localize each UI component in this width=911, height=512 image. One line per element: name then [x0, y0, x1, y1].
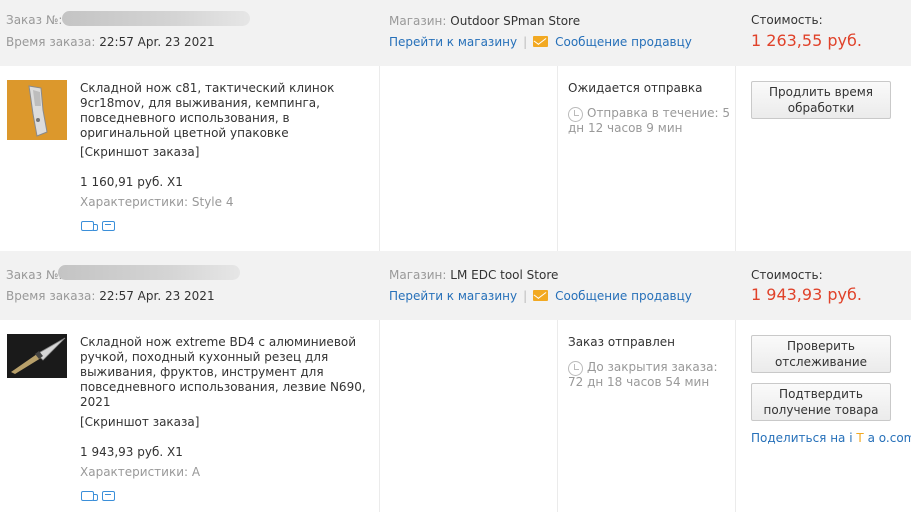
redacted-order-number: [62, 11, 250, 26]
share-link[interactable]: Поделиться на i T a o.com: [751, 431, 911, 445]
track-shipment-button[interactable]: Проверить отслеживание: [751, 335, 891, 373]
go-to-store-link[interactable]: Перейти к магазину: [389, 289, 517, 303]
redacted-order-number: [58, 265, 240, 280]
mail-icon: [533, 290, 549, 301]
service-icons: [81, 220, 123, 234]
store-actions: Перейти к магазину | Сообщение продавцу: [389, 35, 692, 49]
order-status: Ожидается отправка: [568, 81, 703, 95]
close-order-timer: До закрытия заказа: 72 дн 18 часов 54 ми…: [568, 360, 718, 389]
order-number-label: Заказ №:: [6, 268, 63, 282]
mail-icon: [533, 36, 549, 47]
shipping-icon: [81, 221, 98, 231]
message-seller-link[interactable]: Сообщение продавцу: [555, 289, 692, 303]
confirm-receipt-button[interactable]: Подтвердить получение товара: [751, 383, 891, 421]
order-status: Заказ отправлен: [568, 335, 675, 349]
product-title[interactable]: Складной нож c81, тактический клинок 9cr…: [80, 81, 375, 141]
order-cost: 1 263,55 руб.: [751, 31, 862, 50]
service-icons: [81, 490, 123, 504]
store-name: Outdoor SPman Store: [450, 14, 581, 28]
cost-label: Стоимость:: [751, 13, 823, 27]
order-time: Время заказа: 22:57 Apr. 23 2021: [6, 35, 215, 49]
order-header: Заказ №: Время заказа: 22:57 Apr. 23 202…: [0, 0, 911, 66]
order-number-label: Заказ №:: [6, 13, 63, 27]
order-screenshot-link[interactable]: [Скриншот заказа]: [80, 415, 199, 429]
go-to-store-link[interactable]: Перейти к магазину: [389, 35, 517, 49]
unit-price: 1 943,93 руб. X1: [80, 445, 183, 459]
shipping-timer: Отправка в течение: 5 дн 12 часов 9 мин: [568, 106, 730, 135]
return-icon: [102, 221, 115, 231]
message-seller-link[interactable]: Сообщение продавцу: [555, 35, 692, 49]
product-title[interactable]: Складной нож extreme BD4 с алюминиевой р…: [80, 335, 375, 410]
return-icon: [102, 491, 115, 501]
store-name: LM EDC tool Store: [450, 268, 559, 282]
order-screenshot-link[interactable]: [Скриншот заказа]: [80, 145, 199, 159]
product-thumbnail[interactable]: [7, 80, 67, 140]
unit-price: 1 160,91 руб. X1: [80, 175, 183, 189]
order-item: Складной нож c81, тактический клинок 9cr…: [0, 66, 911, 251]
order-time: Время заказа: 22:57 Apr. 23 2021: [6, 289, 215, 303]
store-info: Магазин: Outdoor SPman Store: [389, 14, 581, 28]
shipping-icon: [81, 491, 98, 501]
order-header: Заказ №: Время заказа: 22:57 Apr. 23 202…: [0, 251, 911, 320]
product-thumbnail[interactable]: [7, 334, 67, 378]
store-info: Магазин: LM EDC tool Store: [389, 268, 559, 282]
product-characteristics: Характеристики: A: [80, 465, 201, 479]
order-cost: 1 943,93 руб.: [751, 285, 862, 304]
cost-label: Стоимость:: [751, 268, 823, 282]
order-item: Складной нож extreme BD4 с алюминиевой р…: [0, 320, 911, 512]
order-card: Заказ №: Время заказа: 22:57 Apr. 23 202…: [0, 0, 911, 251]
extend-processing-button[interactable]: Продлить время обработки: [751, 81, 891, 119]
order-card: Заказ №: Время заказа: 22:57 Apr. 23 202…: [0, 251, 911, 512]
store-actions: Перейти к магазину | Сообщение продавцу: [389, 289, 692, 303]
product-characteristics: Характеристики: Style 4: [80, 195, 234, 209]
